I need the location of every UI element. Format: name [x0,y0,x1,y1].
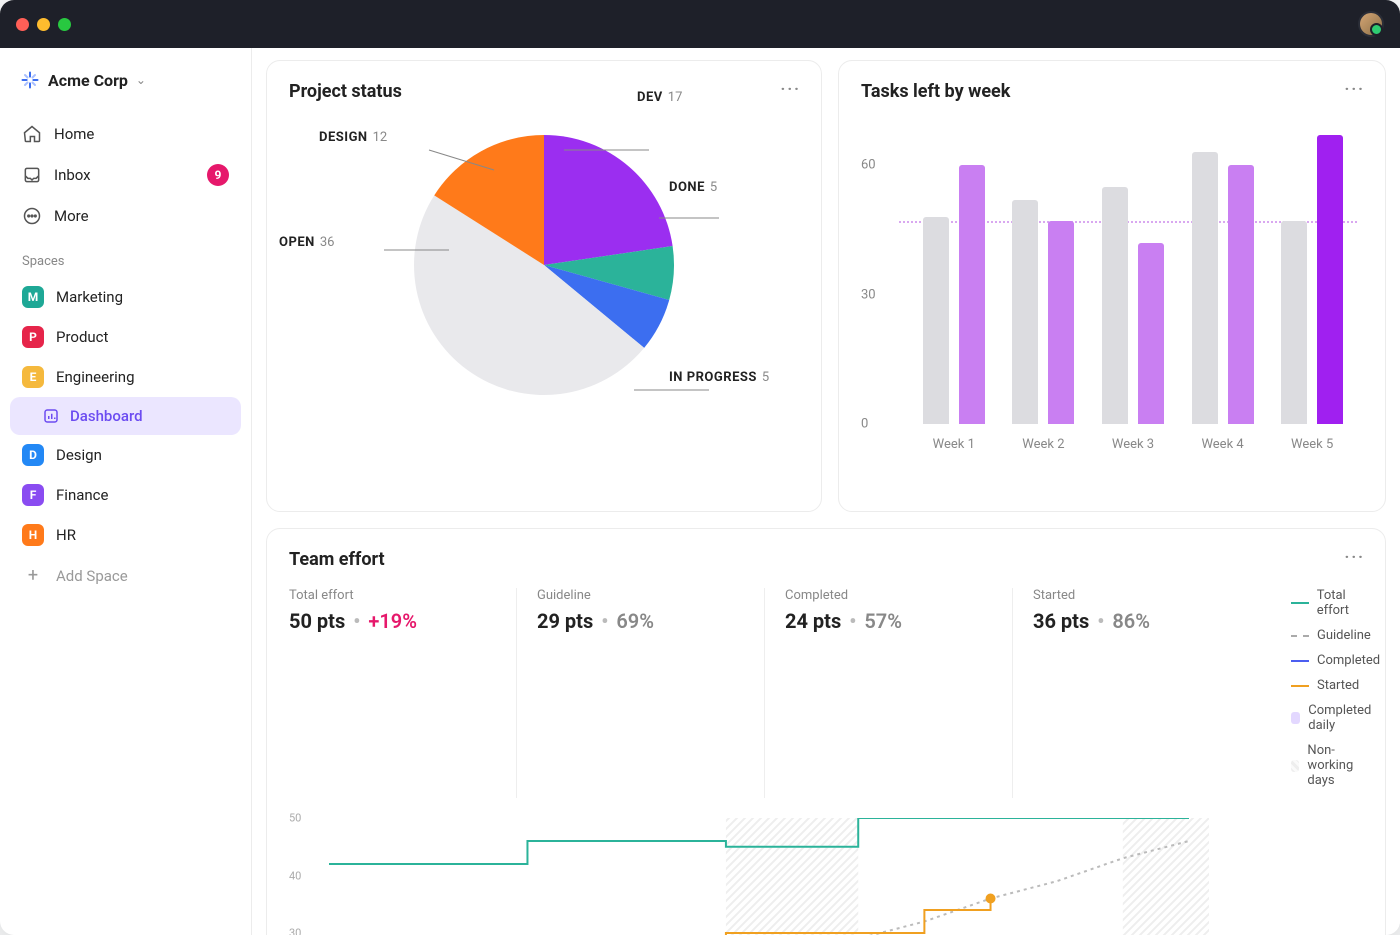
chevron-down-icon: ⌄ [136,73,146,87]
y-axis-tick: 30 [289,927,301,935]
card-title-team-effort: Team effort [289,549,1363,570]
bar [1012,200,1038,424]
card-menu-button[interactable]: ··· [1345,547,1365,566]
bar-group [1102,122,1164,424]
bar [1317,135,1343,424]
user-avatar[interactable] [1358,11,1384,37]
nav-home-label: Home [54,125,229,143]
bar [1102,187,1128,424]
bar [1192,152,1218,424]
maximize-window-button[interactable] [58,18,71,31]
nav-more[interactable]: More [10,196,241,236]
bar [1048,221,1074,424]
sidebar: Acme Corp ⌄ Home Inbox 9 More Spaces M Ma… [0,48,252,935]
card-project-status: Project status ··· DEV17 DONE5 IN PROGRESS… [266,60,822,512]
minimize-window-button[interactable] [37,18,50,31]
nav-home[interactable]: Home [10,114,241,154]
add-space-button[interactable]: + Add Space [10,555,241,596]
bar-group [1012,122,1074,424]
workspace-switcher[interactable]: Acme Corp ⌄ [10,64,241,96]
space-icon: F [22,484,44,506]
workspace-logo-icon [20,70,40,90]
pie-label: OPEN36 [279,235,334,250]
sidebar-dashboard[interactable]: Dashboard [10,397,241,435]
bar [959,165,985,424]
y-axis-tick: 0 [861,417,868,432]
window-titlebar [0,0,1400,48]
stat-completed: Completed 24 pts • 57% [785,588,1013,798]
y-axis-tick: 40 [289,869,301,882]
space-icon: H [22,524,44,546]
line-chart: 20304050 [289,818,1363,935]
bar-group [923,122,985,424]
space-icon: M [22,286,44,308]
dashboard-label: Dashboard [70,407,143,425]
pie-label: IN PROGRESS5 [669,370,769,385]
space-label: Design [56,446,102,464]
y-axis-tick: 60 [861,158,876,173]
card-tasks-left: Tasks left by week ··· 0 30 60 Week 1Week 2… [838,60,1386,512]
bar-chart: 0 30 60 Week 1Week 2Week 3Week 4Week 5 [861,122,1363,452]
nav-inbox-label: Inbox [54,166,195,184]
sidebar-space-engineering[interactable]: E Engineering [10,357,241,397]
pie-label: DONE5 [669,180,717,195]
pie-label: DEV17 [637,90,682,105]
nav-more-label: More [54,207,229,225]
y-axis-tick: 50 [289,812,301,825]
bar-group [1192,122,1254,424]
bar [1138,243,1164,424]
card-title-tasks-left: Tasks left by week [861,81,1363,102]
more-icon [22,206,42,226]
card-team-effort: Team effort ··· Total effort 50 pts • +1… [266,528,1386,935]
space-label: Engineering [56,368,135,386]
space-icon: D [22,444,44,466]
home-icon [22,124,42,144]
close-window-button[interactable] [16,18,29,31]
sidebar-space-finance[interactable]: F Finance [10,475,241,515]
y-axis-tick: 30 [861,287,876,302]
window-controls [16,18,71,31]
plus-icon: + [22,565,44,586]
space-label: Finance [56,486,108,504]
team-effort-legend: Total effort Guideline Completed Started… [1281,588,1380,798]
workspace-name: Acme Corp [48,71,128,90]
sidebar-space-product[interactable]: P Product [10,317,241,357]
space-label: HR [56,526,76,544]
card-menu-button[interactable]: ··· [781,79,801,98]
pie-label: DESIGN12 [319,130,387,145]
bar [1281,221,1307,424]
stat-total-effort: Total effort 50 pts • +19% [289,588,517,798]
card-menu-button[interactable]: ··· [1345,79,1365,98]
space-icon: E [22,366,44,388]
sidebar-space-marketing[interactable]: M Marketing [10,277,241,317]
nav-inbox[interactable]: Inbox 9 [10,154,241,196]
inbox-badge: 9 [207,164,229,186]
add-space-label: Add Space [56,567,128,585]
space-label: Marketing [56,288,123,306]
stat-started: Started 36 pts • 86% [1033,588,1261,798]
stat-guideline: Guideline 29 pts • 69% [537,588,765,798]
main-content: Project status ··· DEV17 DONE5 IN PROGRESS… [252,48,1400,935]
space-label: Product [56,328,108,346]
dashboard-icon [42,407,60,425]
card-title-project-status: Project status [289,81,799,102]
inbox-icon [22,165,42,185]
pie-chart: DEV17DONE5IN PROGRESS5OPEN36DESIGN12 [289,130,799,400]
team-effort-stats: Total effort 50 pts • +19% Guideline 29 … [289,588,1363,798]
sidebar-space-design[interactable]: D Design [10,435,241,475]
sidebar-space-hr[interactable]: H HR [10,515,241,555]
bar [923,217,949,424]
bar-group [1281,122,1343,424]
x-axis-labels: Week 1Week 2Week 3Week 4Week 5 [909,437,1357,452]
space-icon: P [22,326,44,348]
spaces-section-label: Spaces [10,236,241,277]
bar [1228,165,1254,424]
